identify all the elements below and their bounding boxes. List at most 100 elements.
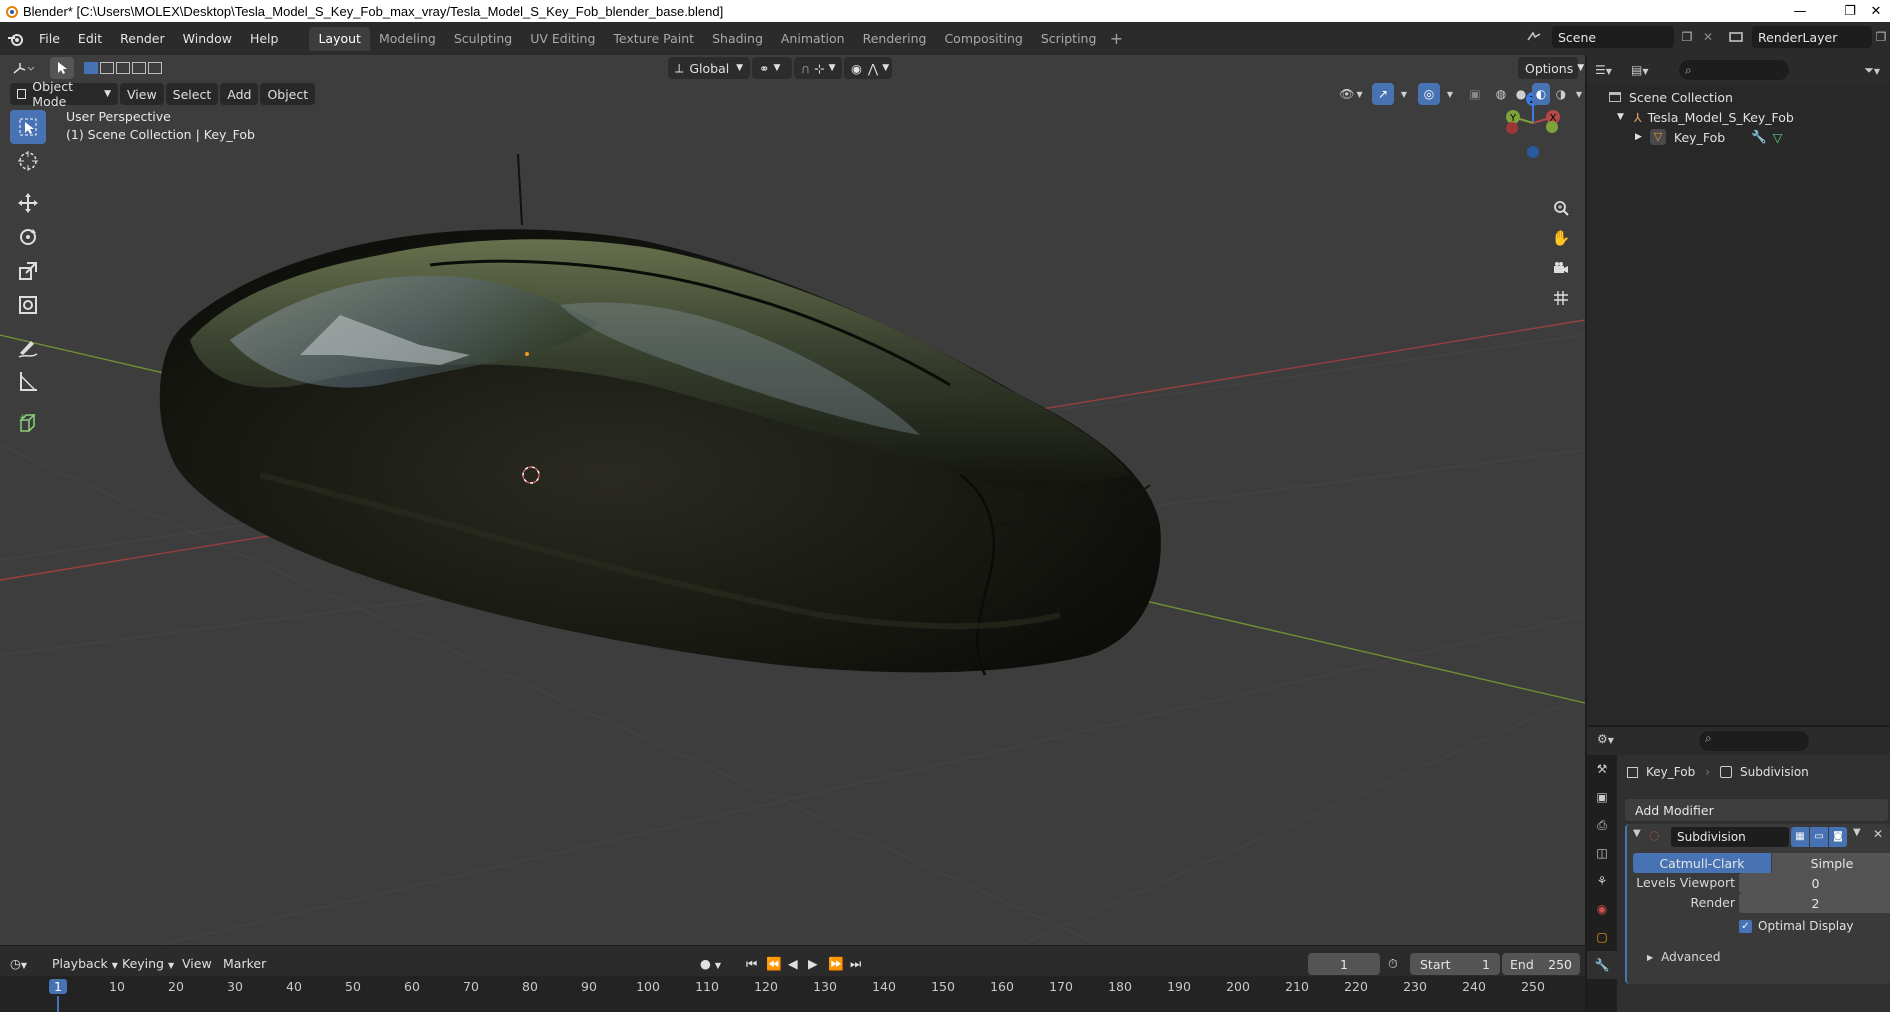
- start-frame-field[interactable]: Start 1: [1410, 953, 1500, 975]
- outliner-row-key-fob[interactable]: ▶ ▽ Key_Fob 🔧 ▽: [1587, 127, 1890, 147]
- new-scene-button[interactable]: ❐: [1676, 26, 1698, 48]
- tab-modeling[interactable]: Modeling: [370, 27, 445, 51]
- snap-dropdown[interactable]: ∩ ⊹ ▼: [794, 57, 842, 79]
- transform-orientation-dropdown[interactable]: ⟂ Global ▼: [668, 57, 750, 79]
- tab-world[interactable]: ◉: [1587, 895, 1617, 923]
- levels-viewport-field[interactable]: 0: [1739, 873, 1890, 893]
- menu-select[interactable]: Select: [165, 83, 219, 105]
- shading-solid-button[interactable]: ●: [1512, 83, 1530, 105]
- delete-modifier-button[interactable]: ✕: [1873, 827, 1883, 841]
- add-workspace-button[interactable]: +: [1105, 28, 1127, 50]
- tab-modifiers[interactable]: 🔧: [1587, 951, 1617, 979]
- overlay-dropdown[interactable]: ▼: [1442, 83, 1458, 105]
- auto-keying-toggle[interactable]: ● ▼: [700, 953, 736, 975]
- tab-scripting[interactable]: Scripting: [1032, 27, 1106, 51]
- render-toggle[interactable]: ◙: [1829, 827, 1847, 847]
- render-levels-field[interactable]: 2: [1739, 893, 1890, 913]
- tab-uv-editing[interactable]: UV Editing: [521, 27, 604, 51]
- tool-rotate[interactable]: [10, 220, 46, 254]
- zoom-view-button[interactable]: [1548, 195, 1574, 221]
- menu-window[interactable]: Window: [174, 27, 241, 51]
- selection-mode-group[interactable]: [84, 57, 184, 79]
- optimal-display-checkbox[interactable]: ✓ Optimal Display: [1739, 919, 1854, 933]
- tab-render[interactable]: ▣: [1587, 783, 1617, 811]
- delete-scene-button[interactable]: ✕: [1698, 26, 1718, 48]
- tab-shading[interactable]: Shading: [703, 27, 772, 51]
- object-mode-dropdown[interactable]: Object Mode ▼: [10, 79, 118, 109]
- jump-start-button[interactable]: ⏮: [746, 953, 757, 975]
- menu-playback[interactable]: Playback ▼: [52, 953, 118, 975]
- scene-browse-button[interactable]: [1520, 26, 1548, 48]
- edit-mode-toggle[interactable]: ▦: [1791, 827, 1809, 847]
- advanced-subpanel[interactable]: ▶ Advanced: [1647, 950, 1720, 964]
- tab-output[interactable]: ⎙: [1587, 811, 1617, 839]
- filter-button[interactable]: ⏷▼: [1864, 63, 1880, 78]
- properties-editor-type-button[interactable]: ⚙▼: [1597, 732, 1614, 746]
- editor-type-button[interactable]: [8, 57, 38, 79]
- viewport-display-toggle[interactable]: ▭: [1810, 827, 1828, 847]
- ortho-toggle-button[interactable]: [1548, 285, 1574, 311]
- shading-wireframe-button[interactable]: ◍: [1492, 83, 1510, 105]
- panel-collapse-button[interactable]: ▼: [1633, 828, 1641, 839]
- catmull-clark-button[interactable]: Catmull-Clark: [1633, 853, 1771, 873]
- menu-object[interactable]: Object: [260, 83, 316, 105]
- tab-rendering[interactable]: Rendering: [854, 27, 936, 51]
- add-modifier-dropdown[interactable]: Add Modifier: [1625, 799, 1888, 821]
- outliner-search-input[interactable]: ⌕: [1679, 60, 1789, 80]
- outliner-editor-type-button[interactable]: ☰▼: [1595, 63, 1625, 77]
- modifier-name-input[interactable]: Subdivision: [1671, 827, 1789, 847]
- tab-animation[interactable]: Animation: [772, 27, 854, 51]
- overlay-toggle-button[interactable]: ◎: [1418, 83, 1440, 105]
- tab-layout[interactable]: Layout: [309, 26, 370, 51]
- menu-keying[interactable]: Keying ▼: [122, 953, 174, 975]
- menu-marker[interactable]: Marker: [223, 953, 266, 975]
- outliner-row-collection[interactable]: ▼ ⅄ Tesla_Model_S_Key_Fob: [1587, 107, 1890, 127]
- menu-add[interactable]: Add: [220, 83, 259, 105]
- menu-help[interactable]: Help: [241, 27, 288, 51]
- tool-annotate[interactable]: [10, 330, 46, 364]
- tool-transform[interactable]: [10, 288, 46, 322]
- new-view-layer-button[interactable]: ❐: [1872, 26, 1890, 48]
- viewport-canvas[interactable]: Z X Y: [0, 55, 1585, 945]
- shading-dropdown[interactable]: ▼: [1572, 83, 1586, 105]
- properties-search-input[interactable]: ⌕: [1699, 731, 1809, 751]
- simple-button[interactable]: Simple: [1772, 853, 1890, 873]
- tab-tool[interactable]: ⚒: [1587, 755, 1617, 783]
- timeline-editor-type-button[interactable]: ◷▼: [10, 953, 40, 975]
- tool-add-cube[interactable]: +: [10, 406, 46, 440]
- tool-scale[interactable]: [10, 254, 46, 288]
- xray-toggle-button[interactable]: ▣: [1464, 83, 1486, 105]
- tool-measure[interactable]: [10, 364, 46, 398]
- current-frame-marker[interactable]: 1: [49, 979, 67, 994]
- close-window-button[interactable]: ✕: [1862, 0, 1890, 22]
- view-layer-browse-button[interactable]: [1722, 26, 1750, 48]
- gizmo-dropdown[interactable]: ▼: [1396, 83, 1412, 105]
- play-reverse-button[interactable]: ◀: [788, 953, 798, 975]
- options-dropdown[interactable]: Options ▼: [1518, 57, 1584, 79]
- shading-rendered-button[interactable]: ◑: [1552, 83, 1570, 105]
- frame-ruler[interactable]: 1 10 20 30 40 50 60 70 80 90 100 110 120 130 140 150 160…: [0, 976, 1585, 1012]
- current-frame-field[interactable]: 1: [1308, 953, 1380, 975]
- menu-timeline-view[interactable]: View: [182, 953, 212, 975]
- blender-menu-button[interactable]: [0, 22, 30, 55]
- jump-prev-keyframe-button[interactable]: ⏪: [766, 953, 782, 975]
- menu-view[interactable]: View: [120, 83, 164, 105]
- camera-view-button[interactable]: [1548, 255, 1574, 281]
- display-mode-button[interactable]: ▤▼: [1631, 63, 1661, 77]
- tab-texture-paint[interactable]: Texture Paint: [604, 27, 703, 51]
- proportional-edit-dropdown[interactable]: ◉ ⋀ ▼: [844, 57, 892, 79]
- select-mode-button[interactable]: [50, 57, 74, 79]
- menu-edit[interactable]: Edit: [69, 27, 111, 51]
- tab-sculpting[interactable]: Sculpting: [445, 27, 521, 51]
- menu-render[interactable]: Render: [111, 27, 174, 51]
- tab-object[interactable]: ▢: [1587, 923, 1617, 951]
- tab-view-layer[interactable]: ◫: [1587, 839, 1617, 867]
- view-layer-field[interactable]: RenderLayer: [1752, 26, 1872, 48]
- play-button[interactable]: ▶: [808, 953, 818, 975]
- pan-view-button[interactable]: ✋: [1548, 225, 1574, 251]
- pivot-point-dropdown[interactable]: ⚭ ▼: [752, 57, 792, 79]
- 3d-viewport[interactable]: Z X Y User Perspective (1) Scene Collect…: [0, 55, 1585, 945]
- jump-end-button[interactable]: ⏭: [850, 953, 861, 975]
- jump-next-keyframe-button[interactable]: ⏩: [828, 953, 844, 975]
- modifier-extras-dropdown[interactable]: ▼: [1853, 827, 1861, 838]
